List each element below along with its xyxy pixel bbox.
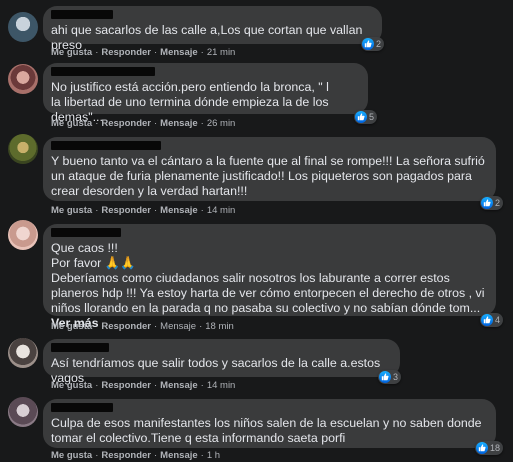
commenter-name-redacted[interactable] (51, 10, 113, 19)
reply-link[interactable]: Responder (101, 118, 151, 129)
timestamp[interactable]: 21 min (207, 47, 236, 58)
timestamp[interactable]: 18 min (205, 321, 234, 332)
reaction-count[interactable]: 2 (361, 37, 385, 51)
message-link[interactable]: Mensaje (160, 205, 198, 216)
reaction-number: 3 (393, 372, 399, 382)
timestamp[interactable]: 14 min (207, 205, 236, 216)
commenter-name-redacted[interactable] (51, 228, 121, 237)
comment-bubble: Que caos !!! Por favor 🙏🙏 Deberíamos com… (43, 224, 496, 330)
reaction-count[interactable]: 2 (480, 196, 504, 210)
comment-bubble: Así tendríamos que salir todos y sacarlo… (43, 339, 400, 385)
commenter-name-redacted[interactable] (51, 403, 113, 412)
like-link[interactable]: Me gusta (51, 450, 92, 461)
avatar[interactable] (8, 134, 38, 164)
timestamp[interactable]: 1 h (207, 450, 220, 461)
message-link[interactable]: Mensaje (160, 118, 198, 129)
commenter-name-redacted[interactable] (51, 141, 161, 150)
message-link[interactable]: Mensaje (160, 47, 198, 58)
reaction-count[interactable]: 18 (475, 441, 504, 455)
like-reaction-icon (481, 314, 493, 326)
comment-bubble: ahi que sacarlos de las calle a,Los que … (43, 6, 382, 52)
comment-text: Que caos !!! Por favor 🙏🙏 Deberíamos com… (51, 241, 485, 330)
timestamp[interactable]: 26 min (207, 118, 236, 129)
reaction-count[interactable]: 5 (354, 110, 378, 124)
message-link[interactable]: Mensaje (160, 321, 196, 332)
reaction-number: 2 (376, 39, 382, 49)
reaction-number: 2 (495, 198, 501, 208)
reaction-count[interactable]: 4 (480, 313, 504, 327)
like-reaction-icon (355, 111, 367, 123)
comment-bubble: Y bueno tanto va el cántaro a la fuente … (43, 137, 496, 201)
comment-actions: Me gusta · Responder · Mensaje · 21 min (51, 47, 236, 58)
reply-link[interactable]: Responder (101, 205, 151, 216)
avatar[interactable] (8, 397, 38, 427)
avatar[interactable] (8, 12, 38, 42)
reaction-number: 5 (369, 112, 375, 122)
commenter-name-redacted[interactable] (51, 343, 109, 352)
reaction-count[interactable]: 3 (378, 370, 402, 384)
like-link[interactable]: Me gusta (51, 205, 92, 216)
reaction-number: 18 (490, 443, 501, 453)
comment-text: Culpa de esos manifestantes los niños sa… (51, 416, 482, 445)
like-link[interactable]: Me gusta (51, 380, 92, 391)
reply-link[interactable]: Responder (101, 450, 151, 461)
comment-actions: Me gusta · Responder · Mensaje · 14 min (51, 205, 236, 216)
message-link[interactable]: Mensaje (160, 450, 198, 461)
reaction-number: 4 (495, 315, 501, 325)
avatar[interactable] (8, 220, 38, 250)
comment-actions: Me gusta · Responder · Mensaje · 1 h (51, 450, 221, 461)
like-link[interactable]: Me gusta (51, 118, 92, 129)
message-link[interactable]: Mensaje (160, 380, 198, 391)
like-reaction-icon (362, 38, 374, 50)
comment-actions: Me gusta · Responder · Mensaje · 18 min (51, 321, 234, 332)
comment-bubble: No justifico está acción.pero entiendo l… (43, 63, 368, 124)
commenter-name-redacted[interactable] (51, 67, 155, 76)
comment-text: Y bueno tanto va el cántaro a la fuente … (51, 154, 485, 198)
comment-bubble: Culpa de esos manifestantes los niños sa… (43, 399, 496, 448)
reply-link[interactable]: Responder (101, 321, 151, 332)
comment-actions: Me gusta · Responder · Mensaje · 14 min (51, 380, 236, 391)
avatar[interactable] (8, 338, 38, 368)
timestamp[interactable]: 14 min (207, 380, 236, 391)
like-reaction-icon (481, 197, 493, 209)
avatar[interactable] (8, 64, 38, 94)
reply-link[interactable]: Responder (101, 380, 151, 391)
like-reaction-icon (476, 442, 488, 454)
like-link[interactable]: Me gusta (51, 321, 92, 332)
like-reaction-icon (379, 371, 391, 383)
reply-link[interactable]: Responder (101, 47, 151, 58)
like-link[interactable]: Me gusta (51, 47, 92, 58)
comment-actions: Me gusta · Responder · Mensaje · 26 min (51, 118, 236, 129)
